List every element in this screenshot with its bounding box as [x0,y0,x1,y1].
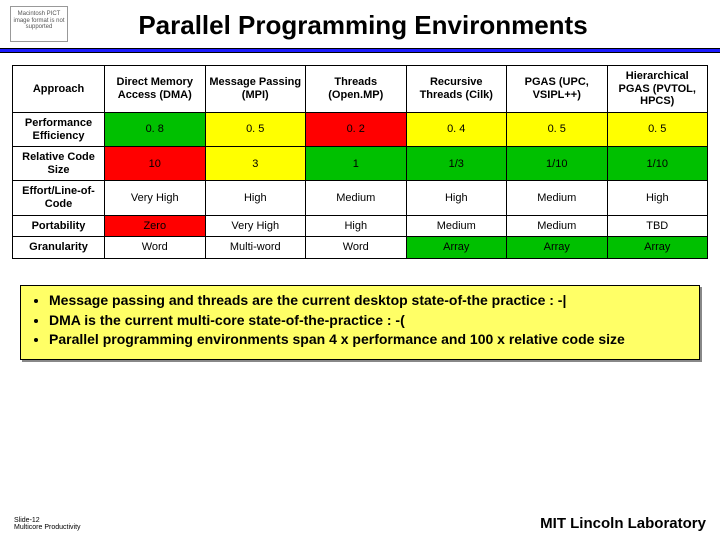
col-header: Threads (Open.MP) [306,66,407,113]
table-cell: High [406,181,507,215]
row-header: Relative Code Size [13,147,105,181]
table-cell: 0. 5 [507,112,608,146]
table-cell: High [205,181,306,215]
table-row: PortabilityZeroVery HighHighMediumMedium… [13,215,708,237]
table-cell: 0. 5 [205,112,306,146]
table-header-row: Approach Direct Memory Access (DMA) Mess… [13,66,708,113]
table-cell: 0. 2 [306,112,407,146]
slide-number: Slide-12 [14,517,81,525]
footer-left: Slide-12 Multicore Productivity [14,517,81,532]
table-cell: Multi-word [205,237,306,259]
table-cell: TBD [607,215,708,237]
table-row: GranularityWordMulti-wordWordArrayArrayA… [13,237,708,259]
col-header: Message Passing (MPI) [205,66,306,113]
table-cell: 1/3 [406,147,507,181]
table-row: Performance Efficiency0. 80. 50. 20. 40.… [13,112,708,146]
slide-footer: Slide-12 Multicore Productivity MIT Linc… [0,515,720,532]
table-cell: 0. 8 [105,112,206,146]
table-cell: 1/10 [607,147,708,181]
comparison-table: Approach Direct Memory Access (DMA) Mess… [12,65,708,259]
table-cell: Array [507,237,608,259]
row-header: Effort/Line-of-Code [13,181,105,215]
summary-list: Message passing and threads are the curr… [31,292,689,349]
summary-box: Message passing and threads are the curr… [20,285,700,360]
pict-placeholder-icon: Macintosh PICT image format is not suppo… [10,6,68,42]
table-cell: Word [306,237,407,259]
table-cell: Very High [205,215,306,237]
table-cell: 3 [205,147,306,181]
table-cell: Medium [507,181,608,215]
footer-org: MIT Lincoln Laboratory [540,515,706,532]
table-cell: 0. 4 [406,112,507,146]
table-cell: 1 [306,147,407,181]
table-cell: Array [406,237,507,259]
table-cell: 10 [105,147,206,181]
table-body: Performance Efficiency0. 80. 50. 20. 40.… [13,112,708,258]
table-cell: Word [105,237,206,259]
table-cell: High [607,181,708,215]
table-cell: High [306,215,407,237]
table-cell: Medium [306,181,407,215]
table-cell: 0. 5 [607,112,708,146]
col-header: Hierarchical PGAS (PVTOL, HPCS) [607,66,708,113]
title-rule [0,48,720,53]
table-row: Relative Code Size10311/31/101/10 [13,147,708,181]
col-header: Recursive Threads (Cilk) [406,66,507,113]
table-cell: Array [607,237,708,259]
table-row: Effort/Line-of-CodeVery HighHighMediumHi… [13,181,708,215]
footer-subtitle: Multicore Productivity [14,524,81,532]
slide-header: Macintosh PICT image format is not suppo… [0,0,720,42]
summary-bullet: DMA is the current multi-core state-of-t… [49,312,689,330]
row-header: Granularity [13,237,105,259]
table-corner: Approach [13,66,105,113]
table-cell: Zero [105,215,206,237]
summary-bullet: Message passing and threads are the curr… [49,292,689,310]
slide-title: Parallel Programming Environments [76,6,710,41]
table-cell: Medium [507,215,608,237]
row-header: Portability [13,215,105,237]
table-cell: Very High [105,181,206,215]
table-cell: Medium [406,215,507,237]
row-header: Performance Efficiency [13,112,105,146]
summary-bullet: Parallel programming environments span 4… [49,331,689,349]
table-cell: 1/10 [507,147,608,181]
col-header: PGAS (UPC, VSIPL++) [507,66,608,113]
slide: Macintosh PICT image format is not suppo… [0,0,720,540]
col-header: Direct Memory Access (DMA) [105,66,206,113]
